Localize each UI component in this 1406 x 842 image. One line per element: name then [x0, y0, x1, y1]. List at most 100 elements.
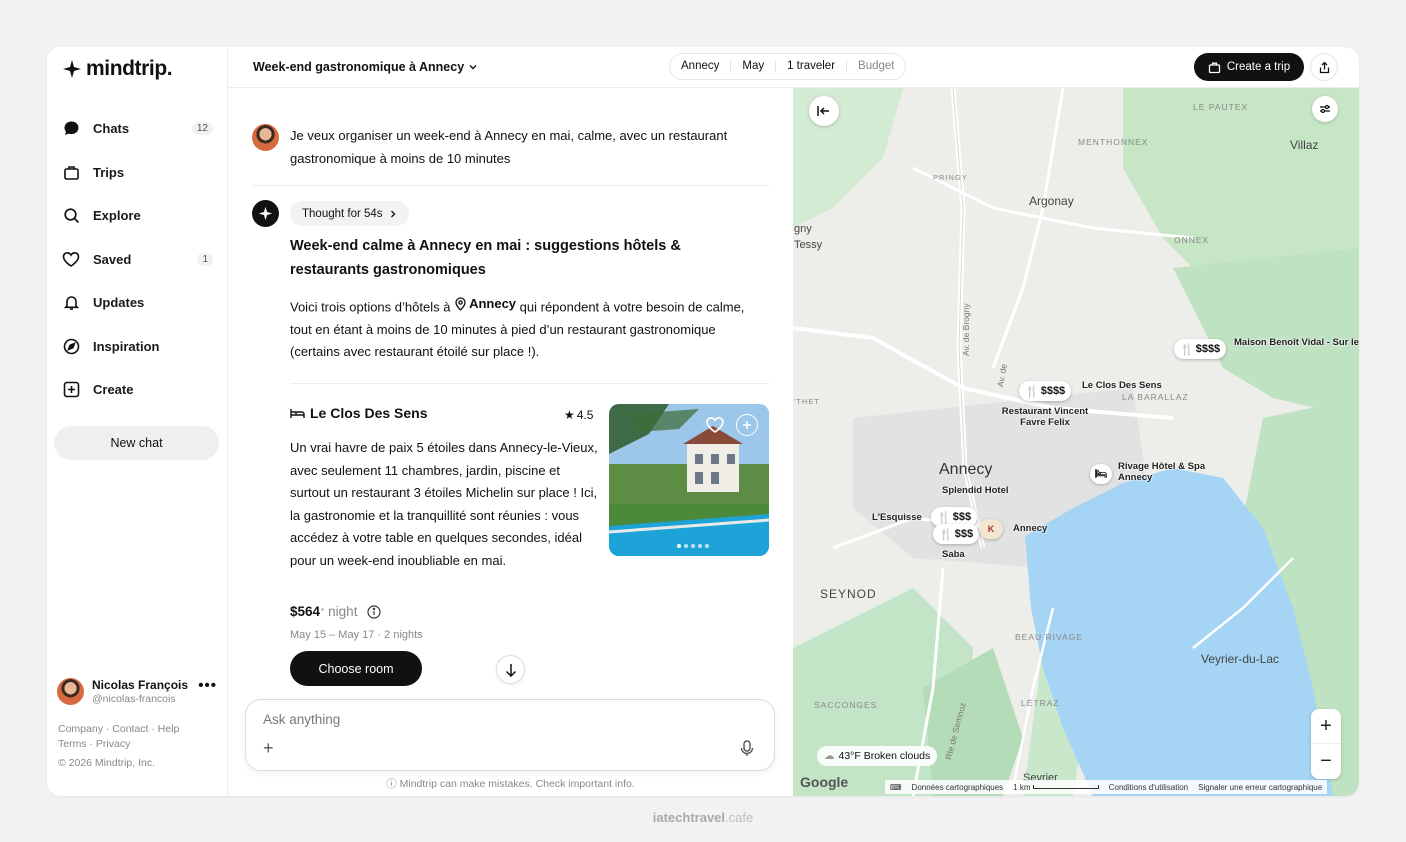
map-label-district: PRINGY	[933, 173, 968, 182]
map-marker-hotel[interactable]: 🛏	[1090, 464, 1112, 484]
map-marker-restaurant[interactable]: 🍴 $$$$	[1174, 339, 1227, 359]
copyright: © 2026 Mindtrip, Inc.	[58, 757, 156, 769]
sidebar-item-trips[interactable]: Trips	[53, 151, 221, 195]
info-icon[interactable]	[367, 604, 382, 619]
more-options-icon[interactable]: •••	[198, 677, 217, 694]
map-label-place: Villaz	[1290, 138, 1319, 152]
heart-icon	[62, 250, 80, 268]
report-error-link[interactable]: Signaler une erreur cartographique	[1198, 783, 1322, 792]
star-icon: ★	[564, 408, 575, 422]
sparkle-logo-icon	[63, 60, 81, 78]
weather-badge: ☁ 43°F Broken clouds	[817, 746, 938, 766]
logo-text: mindtrip.	[86, 57, 173, 80]
app-window: mindtrip. Chats 12 Trips Explore Saved 1	[47, 47, 1359, 796]
map-label-street: Av. de Brogny	[961, 303, 971, 356]
poi-label[interactable]: Saba	[942, 549, 965, 560]
user-avatar	[252, 124, 279, 151]
filter-budget[interactable]: Budget	[847, 60, 905, 73]
sidebar-item-explore[interactable]: Explore	[53, 194, 221, 238]
user-profile[interactable]: Nicolas François @nicolas-francois •••	[57, 675, 217, 711]
sidebar-item-label: Trips	[93, 164, 125, 180]
user-name: Nicolas François	[92, 678, 189, 692]
terms-link[interactable]: Conditions d'utilisation	[1109, 783, 1188, 792]
poi-label[interactable]: Rivage Hôtel & Spa Annecy	[1118, 461, 1228, 483]
poi-label[interactable]: Le Clos Des Sens	[1082, 380, 1162, 391]
compass-icon	[62, 337, 80, 355]
poi-label[interactable]: L'Esquisse	[872, 512, 922, 523]
hotel-photo-carousel[interactable]	[609, 404, 769, 556]
poi-label[interactable]: Splendid Hotel	[942, 485, 1009, 496]
poi-label[interactable]: Annecy	[1013, 523, 1047, 534]
poi-label[interactable]: Restaurant Vincent Favre Felix	[1000, 406, 1090, 428]
map-marker-cluster[interactable]: K	[979, 519, 1003, 539]
chevron-right-icon	[390, 210, 395, 217]
google-logo: Google	[800, 774, 849, 790]
poi-label[interactable]: Maison Benoît Vidal - Sur les Bois	[1234, 337, 1359, 348]
sidebar-item-label: Saved	[93, 251, 132, 267]
bed-icon: 🛏	[1094, 468, 1108, 480]
zoom-out-button[interactable]: −	[1311, 744, 1341, 779]
filter-travelers[interactable]: 1 traveler	[776, 60, 848, 73]
sidebar-item-updates[interactable]: Updates	[53, 281, 221, 325]
sidebar-footer-links: Company · Contact · Help Terms · Privacy	[58, 722, 179, 752]
collapse-map-button[interactable]	[809, 96, 839, 126]
heart-icon	[706, 417, 724, 433]
map-label-district: LE PAUTEX	[1193, 102, 1249, 112]
filter-dates[interactable]: May	[731, 60, 777, 73]
avatar	[57, 678, 84, 705]
sidebar-item-label: Explore	[93, 208, 141, 224]
message-composer[interactable]: Ask anything +	[245, 699, 775, 771]
scale-label: 1 km	[1013, 782, 1031, 792]
map-marker-restaurant[interactable]: 🍴 $$$$	[1019, 381, 1072, 401]
logo[interactable]: mindtrip.	[62, 57, 173, 81]
microphone-icon[interactable]	[740, 740, 754, 762]
footer-links-legal[interactable]: Terms · Privacy	[58, 737, 179, 752]
watermark-brand: iatechtravel	[652, 810, 726, 825]
filter-destination[interactable]: Annecy	[670, 60, 732, 73]
map-label-place: Argonay	[1029, 194, 1074, 208]
map-marker-restaurant[interactable]: 🍴 $$$	[933, 524, 980, 544]
price-level: $$$	[952, 511, 972, 523]
location-link[interactable]: Annecy	[454, 293, 516, 316]
map-label-district: LÉTRAZ	[1021, 698, 1060, 708]
divider	[290, 383, 769, 384]
map-background	[793, 88, 1359, 796]
map-panel[interactable]: LE PAUTEX MENTHONNEX Villaz PRINGY Argon…	[793, 88, 1359, 796]
scroll-down-button[interactable]	[496, 655, 525, 684]
assistant-avatar	[252, 200, 279, 227]
sidebar-item-label: Updates	[93, 295, 145, 311]
trip-filters: Annecy May 1 traveler Budget	[669, 53, 907, 80]
response-body-text: Voici trois options d’hôtels à	[290, 299, 451, 315]
map-label-place: gny	[794, 223, 812, 235]
thought-toggle[interactable]: Thought for 54s	[290, 201, 409, 226]
footer-links-company[interactable]: Company · Contact · Help	[58, 722, 179, 737]
keyboard-icon[interactable]: ⌨	[890, 783, 902, 792]
hotel-card-title[interactable]: Le Clos Des Sens	[290, 405, 428, 421]
attribution-data[interactable]: Données cartographiques	[912, 783, 1004, 792]
zoom-in-button[interactable]: +	[1311, 709, 1341, 744]
weather-text: 43°F Broken clouds	[838, 750, 931, 762]
add-to-trip-button[interactable]	[736, 414, 758, 436]
trip-title-dropdown[interactable]: Week-end gastronomique à Annecy	[253, 60, 478, 74]
saved-count-badge: 1	[197, 252, 213, 266]
create-trip-button[interactable]: Create a trip	[1194, 53, 1304, 81]
sidebar-item-create[interactable]: Create	[53, 368, 221, 412]
attach-plus-icon[interactable]: +	[263, 738, 274, 759]
map-filters-button[interactable]	[1312, 96, 1338, 122]
new-chat-button[interactable]: New chat	[54, 426, 219, 460]
sidebar-item-saved[interactable]: Saved 1	[53, 238, 221, 282]
save-heart-button[interactable]	[704, 414, 726, 436]
map-label-district: MENTHONNEX	[1078, 137, 1149, 147]
plus-icon	[743, 421, 751, 429]
choose-room-button[interactable]: Choose room	[290, 651, 422, 686]
disclaimer: ⓘ Mindtrip can make mistakes. Check impo…	[228, 776, 793, 791]
fork-knife-icon: 🍴	[939, 528, 953, 541]
sparkle-icon	[258, 206, 273, 221]
map-label-district: SACCONGES	[814, 700, 878, 710]
sidebar-item-chats[interactable]: Chats 12	[53, 107, 221, 151]
info-icon: ⓘ	[386, 778, 400, 790]
composer-placeholder[interactable]: Ask anything	[263, 712, 340, 727]
sidebar-item-inspiration[interactable]: Inspiration	[53, 325, 221, 369]
share-button[interactable]	[1310, 53, 1338, 81]
share-icon	[1319, 61, 1329, 73]
